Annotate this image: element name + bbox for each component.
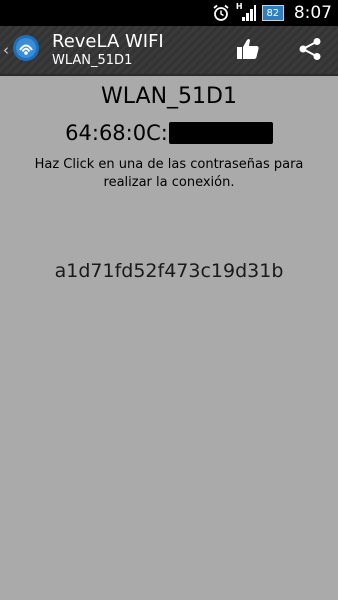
screen: H 82 8:07 ‹ ReveLA WIFI WLAN_51D1 WLAN_5… [0, 0, 338, 600]
mac-address-prefix: 64:68:0C: [65, 121, 168, 145]
instruction-text: Haz Click en una de las contraseñas para… [34, 157, 304, 190]
battery-icon: 82 [261, 5, 284, 21]
like-button[interactable] [228, 34, 268, 68]
alarm-clock-icon [212, 4, 230, 22]
signal-strength-icon: H [236, 2, 256, 22]
action-bar-titles: ReveLA WIFI WLAN_51D1 [52, 31, 164, 69]
password-item[interactable]: a1d71fd52f473c19d31b [0, 256, 338, 286]
network-mac-address: 64:68:0C: [0, 120, 338, 145]
share-button[interactable] [290, 34, 330, 68]
mac-redaction-mark [168, 122, 273, 144]
network-ssid: WLAN_51D1 [101, 84, 237, 109]
share-icon [298, 37, 322, 65]
clock-time: 8:07 [293, 3, 332, 23]
main-content: WLAN_51D1 64:68:0C: Haz Click en una de … [0, 76, 338, 600]
app-subtitle: WLAN_51D1 [52, 53, 133, 68]
app-title: ReveLA WIFI [52, 31, 164, 52]
home-up-button[interactable]: ‹ [0, 26, 48, 74]
chevron-left-icon: ‹ [3, 41, 9, 59]
action-bar: ‹ ReveLA WIFI WLAN_51D1 [0, 26, 338, 76]
app-logo-icon [11, 33, 41, 67]
thumbs-up-icon [236, 38, 260, 64]
status-bar: H 82 8:07 [0, 0, 338, 26]
battery-level: 82 [266, 7, 280, 19]
